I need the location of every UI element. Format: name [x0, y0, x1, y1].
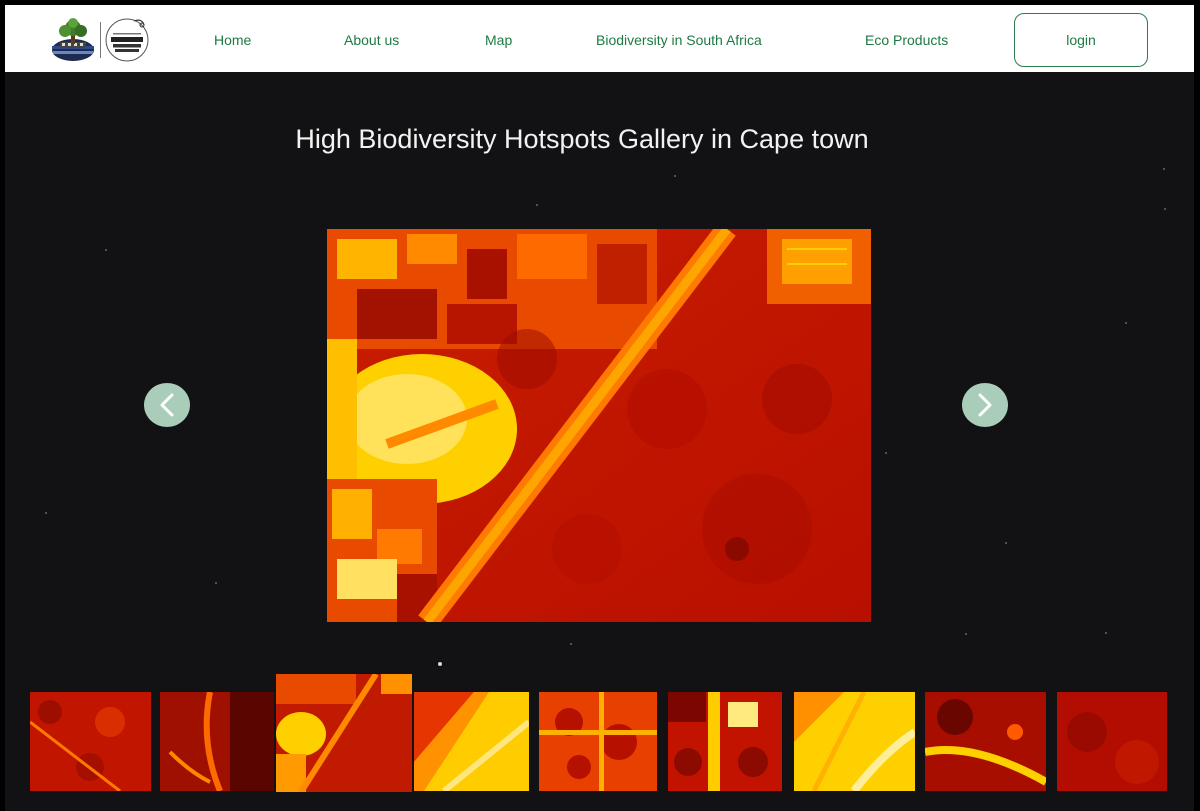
star-decoration	[885, 452, 887, 454]
gallery-thumbnail-selected[interactable]	[276, 674, 412, 792]
gallery-thumbnail[interactable]	[160, 692, 274, 791]
gallery-thumbnail[interactable]	[794, 692, 915, 791]
gallery-thumbnail[interactable]	[414, 692, 529, 791]
nav-eco-products[interactable]: Eco Products	[865, 32, 948, 48]
gallery-thumbnail[interactable]	[668, 692, 782, 791]
space-apps-logo-icon	[105, 18, 149, 62]
logo-group[interactable]	[50, 16, 152, 64]
page-frame: Home About us Map Biodiversity in South …	[0, 0, 1200, 811]
gallery-thumbnail[interactable]	[925, 692, 1046, 791]
slide-indicator-dot	[438, 662, 442, 666]
nav-about-us[interactable]: About us	[344, 32, 399, 48]
login-button[interactable]: login	[1014, 13, 1148, 67]
gallery-thumbnail[interactable]	[1057, 692, 1167, 791]
nav-home[interactable]: Home	[214, 32, 251, 48]
star-decoration	[965, 633, 967, 635]
star-decoration	[1005, 542, 1007, 544]
star-decoration	[536, 204, 538, 206]
star-decoration	[674, 175, 676, 177]
star-decoration	[1105, 632, 1107, 634]
star-decoration	[1164, 208, 1166, 210]
previous-image-button[interactable]	[144, 383, 190, 427]
star-decoration	[105, 249, 107, 251]
gallery-section: High Biodiversity Hotspots Gallery in Ca…	[5, 72, 1194, 811]
gallery-thumbnail[interactable]	[539, 692, 657, 791]
logo-divider	[100, 22, 101, 58]
chevron-right-icon	[978, 393, 992, 417]
chevron-left-icon	[160, 393, 174, 417]
star-decoration	[1125, 322, 1127, 324]
star-decoration	[45, 512, 47, 514]
nav-map[interactable]: Map	[485, 32, 512, 48]
tree-logo-icon	[52, 18, 94, 61]
gallery-thumbnail[interactable]	[30, 692, 151, 791]
featured-hotspot-image	[327, 229, 871, 622]
nav-biodiversity-south-africa[interactable]: Biodiversity in South Africa	[596, 32, 762, 48]
star-decoration	[215, 582, 217, 584]
next-image-button[interactable]	[962, 383, 1008, 427]
star-decoration	[1163, 168, 1165, 170]
star-decoration	[570, 643, 572, 645]
top-navigation-bar: Home About us Map Biodiversity in South …	[5, 5, 1194, 72]
gallery-title: High Biodiversity Hotspots Gallery in Ca…	[295, 124, 869, 154]
